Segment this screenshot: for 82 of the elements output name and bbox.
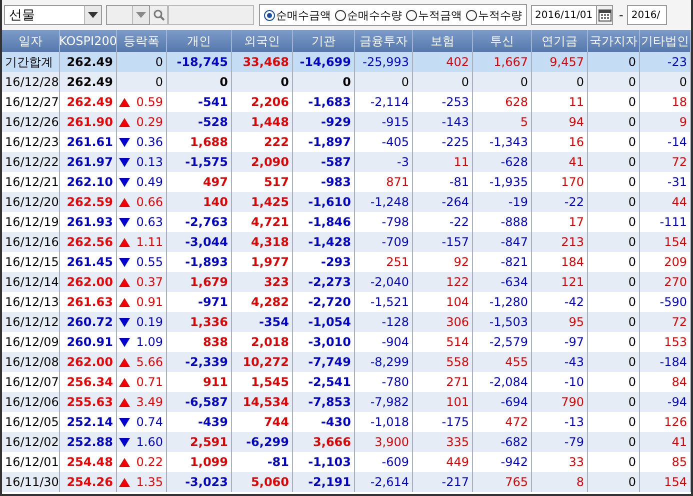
table-cell: 0.13 [136, 155, 163, 169]
table-cell: 5.66 [136, 355, 163, 369]
up-triangle-icon [119, 118, 130, 126]
table-cell: 254.26 [60, 472, 117, 492]
table-cell: 0 [155, 75, 163, 89]
table-row[interactable]: 16/12/06 255.63 3.49 -6,587 14,534 -7,853 -7,982 101 -694 790 0 -94 [2, 392, 691, 412]
table-cell: 0.55 [136, 255, 163, 269]
table-cell: -217 [413, 472, 473, 492]
table-row[interactable]: 16/12/28 262.49 0 0 0 0 0 0 0 0 0 0 [2, 72, 691, 92]
table-cell: 0 [588, 472, 640, 492]
search-icon[interactable] [150, 5, 168, 25]
table-cell: 0.29 [136, 115, 163, 129]
table-cell: 0.63 [136, 215, 163, 229]
up-triangle-icon [119, 478, 130, 486]
radio-button[interactable] [466, 10, 477, 20]
down-triangle-icon [119, 218, 130, 226]
table-row[interactable]: 16/12/26 261.90 0.29 -528 1,448 -929 -915 -143 5 94 0 9 [2, 112, 691, 132]
date-separator: - [619, 8, 624, 22]
table-cell: 0.71 [136, 375, 163, 389]
down-triangle-icon [119, 338, 130, 346]
table-row[interactable]: 16/11/30 254.26 1.35 -3,023 5,060 -2,191 -2,614 -217 765 8 0 154 [2, 472, 691, 492]
table-cell: 0.49 [136, 175, 163, 189]
down-triangle-icon [119, 318, 130, 326]
table-cell: 0.91 [136, 295, 163, 309]
table-cell: 0 [155, 55, 163, 69]
table-cell: 5,060 [232, 472, 293, 492]
down-triangle-icon [119, 158, 130, 166]
calendar-icon[interactable] [597, 5, 613, 25]
table-row[interactable]: 16/12/14 262.00 0.37 1,679 323 -2,273 -2,040 122 -634 121 0 270 [2, 272, 691, 292]
up-triangle-icon [119, 198, 130, 206]
radio-label[interactable]: 순매수수량 [347, 8, 402, 22]
radio-label[interactable]: 누적금액 [418, 8, 462, 22]
radio-label[interactable]: 순매수금액 [276, 8, 331, 22]
table-row[interactable]: 16/12/16 262.56 1.11 -3,044 4,318 -1,428 -709 -157 -847 213 0 154 [2, 232, 691, 252]
table-row[interactable]: 기간합계 262.49 0 -18,745 33,468 -14,699 -25,993 402 1,667 9,457 0 -23 [2, 52, 691, 72]
up-triangle-icon [119, 358, 130, 366]
down-triangle-icon [119, 258, 130, 266]
table-cell: 1.11 [136, 235, 163, 249]
down-triangle-icon [119, 418, 130, 426]
up-triangle-icon [119, 398, 130, 406]
radio-button[interactable] [264, 10, 275, 20]
table-cell: 0.66 [136, 195, 163, 209]
market-select[interactable]: 선물 [4, 5, 102, 25]
table-cell: 154 [640, 472, 691, 492]
table-row[interactable]: 16/12/20 262.59 0.66 140 1,425 -1,610 -1,248 -264 -19 -22 0 44 [2, 192, 691, 212]
radio-button[interactable] [406, 10, 417, 20]
up-triangle-icon [119, 278, 130, 286]
table-cell: 0.37 [136, 275, 163, 289]
table-cell: 3.49 [136, 395, 163, 409]
down-triangle-icon [119, 178, 130, 186]
table-cell: 1.09 [136, 335, 163, 349]
up-triangle-icon [119, 98, 130, 106]
table-cell: 765 [473, 472, 532, 492]
table-cell: 8 [532, 472, 588, 492]
table-cell: 1.35 [136, 475, 163, 489]
radio-label[interactable]: 누적수량 [478, 8, 522, 22]
dropdown-icon[interactable] [84, 6, 101, 24]
down-triangle-icon [119, 138, 130, 146]
table-cell: -2,614 [355, 472, 413, 492]
up-triangle-icon [119, 238, 130, 246]
table-cell: 0.59 [136, 95, 163, 109]
date-field[interactable]: 2016/ [627, 5, 668, 25]
search-field[interactable] [168, 5, 254, 25]
table-row[interactable]: 16/12/02 252.88 1.60 2,591 -6,299 3,666 3,900 335 -682 -79 0 41 [2, 432, 691, 452]
up-triangle-icon [119, 298, 130, 306]
radio-button[interactable] [335, 10, 346, 20]
up-triangle-icon [119, 378, 130, 386]
table-cell: -2,191 [293, 472, 355, 492]
table-cell: 1.60 [136, 435, 163, 449]
table-row[interactable]: 16/12/22 261.97 0.13 -1,575 2,090 -587 -3 11 -628 41 0 72 [2, 152, 691, 172]
table-cell: 0.22 [136, 455, 163, 469]
down-triangle-icon [119, 438, 130, 446]
table-cell: -3,023 [167, 472, 232, 492]
sub-select[interactable] [106, 5, 150, 25]
date-field[interactable]: 2016/11/01 [531, 5, 597, 25]
table-row[interactable]: 16/12/08 262.00 5.66 -2,339 10,272 -7,749 -8,299 558 455 -43 0 -184 [2, 352, 691, 372]
table-cell: 16/11/30 [2, 472, 60, 492]
table-row[interactable]: 16/12/12 260.72 0.19 1,336 -354 -1,054 -128 306 -1,503 95 0 72 [2, 312, 691, 332]
table-cell: 0.36 [136, 135, 163, 149]
table-cell: 0.19 [136, 315, 163, 329]
table-cell: 0.74 [136, 415, 163, 429]
up-triangle-icon [119, 458, 130, 466]
